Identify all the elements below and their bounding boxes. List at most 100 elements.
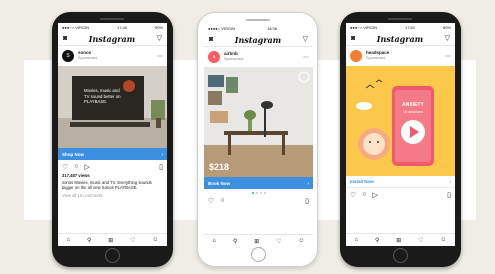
add-icon[interactable]: ⊞ — [108, 237, 113, 244]
more-options-icon[interactable]: ⋯ — [157, 53, 163, 60]
carousel-dot — [255, 192, 258, 194]
status-bar: ●●●●○ VIRGIN 18:36 — [204, 24, 313, 33]
search-icon[interactable]: ⚲ — [233, 238, 237, 245]
carrier: ●●●○○ VIRGIN — [350, 25, 377, 30]
heart-icon[interactable]: ♡ — [62, 163, 68, 171]
send-icon[interactable]: ▽ — [157, 35, 162, 42]
battery: 80% — [442, 25, 451, 30]
living-room-illustration — [58, 66, 167, 148]
carrier: ●●●○○ VIRGIN — [62, 25, 89, 30]
app-header: ◙ Instagram ▽ — [346, 32, 455, 46]
send-icon[interactable]: ▷ — [373, 191, 378, 199]
earpiece — [388, 18, 412, 20]
comment-icon[interactable]: ○ — [74, 163, 78, 170]
chevron-right-icon: › — [161, 151, 164, 157]
search-icon[interactable]: ⚲ — [375, 237, 379, 244]
phone-headspace: ●●●○○ VIRGIN 17:51 80% ◙ Instagram ▽ hea… — [340, 12, 461, 267]
install-now-button[interactable]: Install Now › — [346, 176, 455, 188]
send-icon[interactable]: ▷ — [85, 163, 90, 171]
carousel-dot — [263, 192, 266, 194]
screen: ●●●○○ VIRGIN 17:45 90% ◙ Instagram ▽ S s… — [58, 23, 167, 246]
battery: 90% — [154, 25, 163, 30]
home-button[interactable] — [105, 248, 120, 263]
profile-icon[interactable]: ☺ — [440, 237, 446, 243]
earpiece — [246, 19, 270, 21]
price-label: $218 — [209, 162, 230, 172]
profile-icon[interactable]: ☺ — [298, 238, 304, 244]
bookmark-icon[interactable]: ▯ — [447, 191, 451, 199]
bookmark-icon[interactable]: ▯ — [305, 197, 309, 205]
home-icon[interactable]: ⌂ — [66, 237, 70, 243]
cta-label: Install Now — [350, 179, 374, 184]
post-header: a airbnb Sponsored ⋯ — [204, 47, 313, 67]
app-header: ◙ Instagram ▽ — [204, 33, 313, 47]
earpiece — [100, 18, 124, 20]
post-media[interactable]: ANXIETY 10 sessions — [346, 66, 455, 176]
post-actions: ♡ ○ ▯ — [204, 194, 313, 207]
heart-icon[interactable]: ♡ — [350, 191, 356, 199]
home-icon[interactable]: ⌂ — [212, 238, 216, 244]
profile-icon[interactable]: ☺ — [152, 237, 158, 243]
chevron-right-icon: › — [307, 180, 310, 186]
comment-icon[interactable]: ○ — [220, 197, 224, 204]
post-actions: ♡ ○ ▷ ▯ — [58, 160, 167, 173]
camera-icon[interactable]: ◙ — [209, 36, 213, 43]
sponsored-label: Sponsored — [366, 55, 386, 61]
time: 17:45 — [116, 25, 127, 30]
post-actions: ♡ ○ ▷ ▯ — [346, 188, 455, 201]
dining-room-illustration — [204, 67, 313, 177]
add-icon[interactable]: ⊞ — [396, 237, 401, 244]
home-icon[interactable]: ⌂ — [354, 237, 358, 243]
post-media[interactable]: Movies, music and TV sound better on PLA… — [58, 66, 167, 148]
heart-icon[interactable]: ♡ — [130, 237, 135, 244]
add-icon[interactable]: ⊞ — [254, 238, 259, 245]
app-header: ◙ Instagram ▽ — [58, 32, 167, 46]
caption-text: sonos Movies, music and TV. Everything s… — [62, 179, 152, 191]
carrier: ●●●●○ VIRGIN — [208, 26, 235, 31]
comment-icon[interactable]: ○ — [362, 191, 366, 198]
view-count: 317,487 views — [62, 173, 90, 178]
home-button[interactable] — [251, 247, 266, 262]
avatar[interactable] — [350, 50, 362, 62]
send-icon[interactable]: ▽ — [445, 35, 450, 42]
more-options-icon[interactable]: ⋯ — [445, 53, 451, 60]
screen: ●●●○○ VIRGIN 17:51 80% ◙ Instagram ▽ hea… — [346, 23, 455, 246]
cta-label: Shop Now — [62, 151, 84, 157]
bottom-nav: ⌂ ⚲ ⊞ ♡ ☺ — [58, 233, 167, 246]
heart-icon[interactable]: ♡ — [276, 238, 281, 245]
camera-icon[interactable]: ◙ — [351, 35, 355, 42]
heart-icon[interactable]: ♡ — [418, 237, 423, 244]
status-bar: ●●●○○ VIRGIN 17:45 90% — [58, 23, 167, 32]
post-media[interactable]: $218 — [204, 67, 313, 177]
send-icon[interactable]: ▽ — [303, 36, 308, 43]
headspace-illustration — [346, 66, 455, 176]
media-title: ANXIETY — [402, 102, 424, 108]
sponsored-label: Sponsored — [224, 56, 244, 62]
post-header: S sonos Sponsored ⋯ — [58, 46, 167, 66]
bottom-nav: ⌂ ⚲ ⊞ ♡ ☺ — [346, 233, 455, 246]
view-comments-link[interactable]: View all 18 comments — [62, 193, 163, 199]
post-header: headspace Sponsored ⋯ — [346, 46, 455, 66]
screen: ●●●●○ VIRGIN 18:36 ◙ Instagram ▽ a airbn… — [204, 24, 313, 247]
time: 17:51 — [404, 25, 415, 30]
phone-airbnb: ●●●●○ VIRGIN 18:36 ◙ Instagram ▽ a airbn… — [197, 12, 318, 267]
media-subtitle: 10 sessions — [402, 110, 424, 114]
search-icon[interactable]: ⚲ — [87, 237, 91, 244]
avatar[interactable]: S — [62, 50, 74, 62]
bookmark-icon[interactable]: ▯ — [159, 163, 163, 171]
app-logo: Instagram — [376, 33, 424, 44]
caption-block: 317,487 views sonos Movies, music and TV… — [58, 173, 167, 199]
avatar[interactable]: a — [208, 51, 220, 63]
more-options-icon[interactable]: ⋯ — [303, 54, 309, 61]
camera-icon[interactable]: ◙ — [63, 35, 67, 42]
book-now-button[interactable]: Book Now › — [204, 177, 313, 189]
bottom-nav: ⌂ ⚲ ⊞ ♡ ☺ — [204, 234, 313, 247]
home-button[interactable] — [393, 248, 408, 263]
shop-now-button[interactable]: Shop Now › — [58, 148, 167, 160]
heart-icon[interactable]: ♡ — [208, 197, 214, 205]
carousel-dot — [259, 192, 262, 194]
phone-sonos: ●●●○○ VIRGIN 17:45 90% ◙ Instagram ▽ S s… — [52, 12, 173, 267]
status-bar: ●●●○○ VIRGIN 17:51 80% — [346, 23, 455, 32]
sponsored-label: Sponsored — [78, 55, 98, 61]
media-text: Movies, music and TV sound better on PLA… — [84, 88, 121, 105]
